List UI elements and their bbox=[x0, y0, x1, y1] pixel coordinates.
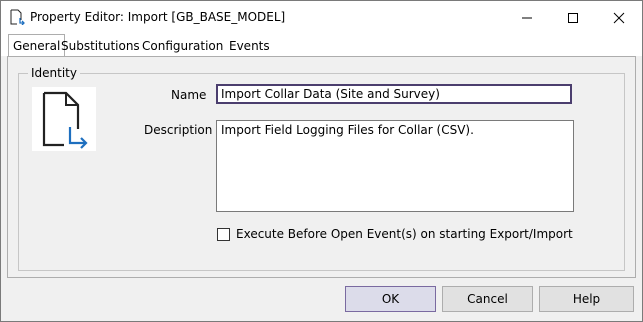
minimize-icon bbox=[522, 17, 532, 19]
document-import-icon bbox=[32, 87, 96, 151]
general-tab-panel: Identity Name Description Import Field L… bbox=[7, 56, 636, 278]
minimize-button[interactable] bbox=[504, 1, 550, 34]
description-label: Description bbox=[144, 123, 213, 137]
ok-button[interactable]: OK bbox=[345, 286, 436, 312]
identity-group-label: Identity bbox=[28, 66, 80, 80]
cancel-button[interactable]: Cancel bbox=[442, 286, 533, 312]
help-button[interactable]: Help bbox=[539, 286, 634, 312]
tab-strip: General Substitutions Configuration Even… bbox=[1, 34, 642, 56]
document-import-icon bbox=[9, 9, 25, 26]
tab-configuration[interactable]: Configuration bbox=[142, 37, 223, 55]
description-field[interactable]: Import Field Logging Files for Collar (C… bbox=[216, 120, 574, 212]
property-editor-window: Property Editor: Import [GB_BASE_MODEL] … bbox=[0, 0, 643, 322]
close-icon bbox=[613, 12, 625, 24]
tab-substitutions[interactable]: Substitutions bbox=[61, 37, 140, 55]
execute-before-open-label[interactable]: Execute Before Open Event(s) on starting… bbox=[236, 227, 573, 241]
maximize-icon bbox=[568, 13, 578, 23]
window-title: Property Editor: Import [GB_BASE_MODEL] bbox=[30, 10, 286, 24]
execute-before-open-checkbox[interactable] bbox=[217, 228, 230, 241]
title-bar[interactable]: Property Editor: Import [GB_BASE_MODEL] bbox=[1, 1, 642, 34]
maximize-button[interactable] bbox=[550, 1, 596, 34]
tab-events[interactable]: Events bbox=[229, 37, 270, 55]
name-label: Name bbox=[171, 88, 207, 102]
close-button[interactable] bbox=[596, 1, 642, 34]
tab-general[interactable]: General bbox=[8, 34, 66, 56]
name-field[interactable] bbox=[216, 84, 572, 104]
